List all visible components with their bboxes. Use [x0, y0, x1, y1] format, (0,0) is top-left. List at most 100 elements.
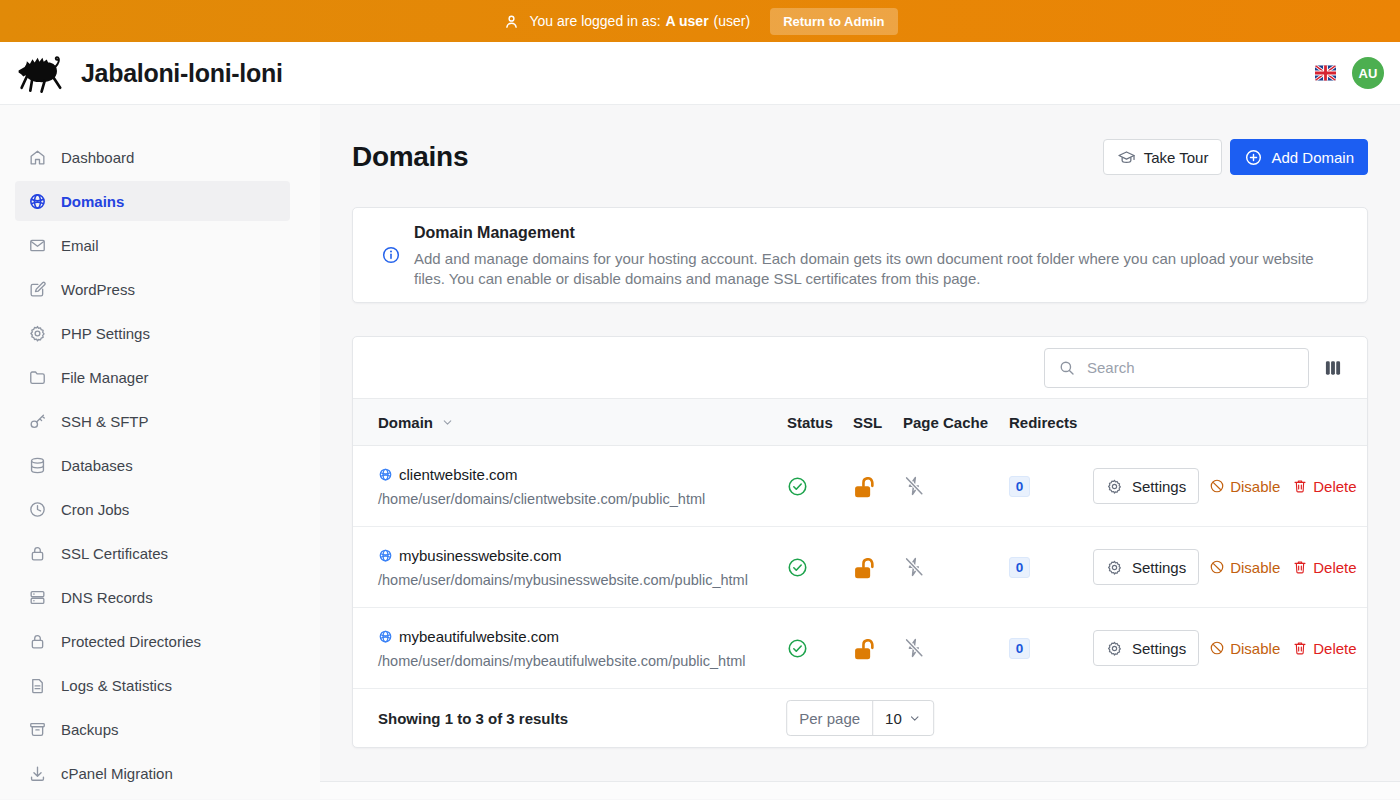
table-row: mybusinesswebsite.com /home/user/domains…: [353, 527, 1367, 608]
page-cache-indicator: [903, 637, 1009, 659]
language-flag-icon[interactable]: [1315, 65, 1336, 81]
table-header-row: Domain Status SSL Page Cache Redirects: [353, 398, 1367, 446]
settings-button[interactable]: Settings: [1093, 549, 1199, 585]
columns-toggle-button[interactable]: [1323, 358, 1343, 378]
edit-icon: [28, 280, 47, 299]
domain-name[interactable]: mybusinesswebsite.com: [399, 547, 562, 564]
ban-icon: [1209, 478, 1225, 494]
settings-label: Settings: [1132, 640, 1186, 657]
sidebar-item-backups[interactable]: Backups: [15, 707, 290, 751]
ban-icon: [1209, 640, 1225, 656]
sidebar-item-dashboard[interactable]: Dashboard: [15, 135, 290, 179]
sidebar-item-cron-jobs[interactable]: Cron Jobs: [15, 487, 290, 531]
domain-name[interactable]: mybeautifulwebsite.com: [399, 628, 559, 645]
document-icon: [28, 676, 47, 695]
status-enabled-indicator: [787, 638, 853, 659]
table-footer: Showing 1 to 3 of 3 results Per page 10: [353, 689, 1367, 747]
search-box: [1044, 348, 1309, 388]
delete-button[interactable]: Delete: [1290, 559, 1358, 576]
sidebar-item-label: WordPress: [61, 281, 135, 298]
sidebar-item-ssl-certificates[interactable]: SSL Certificates: [15, 531, 290, 575]
sidebar-item-label: SSH & SFTP: [61, 413, 149, 430]
delete-label: Delete: [1313, 478, 1356, 495]
domain-path: /home/user/domains/mybusinesswebsite.com…: [378, 572, 787, 588]
sort-chevron-icon[interactable]: [441, 416, 454, 429]
sidebar-item-label: Cron Jobs: [61, 501, 129, 518]
per-page-select[interactable]: Per page 10: [786, 700, 934, 736]
main-footer: [320, 781, 1400, 799]
add-domain-label: Add Domain: [1271, 149, 1354, 166]
impersonation-banner: You are logged in as: A user (user) Retu…: [0, 0, 1400, 42]
column-header-redirects: Redirects: [1009, 414, 1093, 431]
sidebar-item-label: Logs & Statistics: [61, 677, 172, 694]
return-to-admin-button[interactable]: Return to Admin: [770, 8, 897, 35]
disable-button[interactable]: Disable: [1207, 640, 1282, 657]
column-header-domain: Domain: [378, 414, 787, 431]
sidebar-item-label: cPanel Migration: [61, 765, 173, 782]
globe-icon: [378, 548, 393, 563]
sidebar: Dashboard Domains Email WordPress PHP Se…: [0, 105, 320, 799]
domains-table-card: Domain Status SSL Page Cache Redirects c…: [352, 336, 1368, 748]
settings-button[interactable]: Settings: [1093, 468, 1199, 504]
redirects-count-badge: 0: [1009, 638, 1030, 659]
column-header-status: Status: [787, 414, 853, 431]
disable-label: Disable: [1230, 559, 1280, 576]
add-domain-button[interactable]: Add Domain: [1230, 139, 1368, 175]
banner-user-role: (user): [714, 13, 751, 29]
domain-path: /home/user/domains/clientwebsite.com/pub…: [378, 491, 787, 507]
sidebar-item-wordpress[interactable]: WordPress: [15, 267, 290, 311]
trash-icon: [1292, 559, 1308, 575]
sidebar-item-label: Databases: [61, 457, 133, 474]
delete-button[interactable]: Delete: [1290, 640, 1358, 657]
globe-icon: [378, 467, 393, 482]
redirects-count-badge: 0: [1009, 557, 1030, 578]
sidebar-item-php-settings[interactable]: PHP Settings: [15, 311, 290, 355]
delete-label: Delete: [1313, 559, 1356, 576]
folder-icon: [28, 368, 47, 387]
ban-icon: [1209, 559, 1225, 575]
settings-button[interactable]: Settings: [1093, 630, 1199, 666]
sidebar-item-protected-directories[interactable]: Protected Directories: [15, 619, 290, 663]
status-enabled-indicator: [787, 476, 853, 497]
sidebar-item-label: Email: [61, 237, 99, 254]
app-header: Jabaloni-loni-loni AU: [0, 42, 1400, 105]
redirects-cell: 0: [1009, 476, 1093, 497]
sidebar-item-label: File Manager: [61, 369, 149, 386]
sidebar-item-domains[interactable]: Domains: [15, 181, 290, 221]
domain-name[interactable]: clientwebsite.com: [399, 466, 517, 483]
table-row: mybeautifulwebsite.com /home/user/domain…: [353, 608, 1367, 689]
columns-icon: [1323, 358, 1343, 378]
brand-title: Jabaloni-loni-loni: [81, 59, 283, 88]
disable-label: Disable: [1230, 478, 1280, 495]
sidebar-item-email[interactable]: Email: [15, 223, 290, 267]
search-icon: [1058, 359, 1076, 377]
delete-button[interactable]: Delete: [1290, 478, 1358, 495]
mail-icon: [28, 236, 47, 255]
redirects-cell: 0: [1009, 638, 1093, 659]
sidebar-item-cpanel-migration[interactable]: cPanel Migration: [15, 751, 290, 795]
sidebar-item-label: Backups: [61, 721, 119, 738]
user-avatar[interactable]: AU: [1352, 57, 1384, 89]
take-tour-button[interactable]: Take Tour: [1103, 139, 1223, 175]
ssl-status-indicator: [853, 637, 903, 660]
graduation-cap-icon: [1117, 148, 1136, 167]
flash-off-icon: [903, 475, 925, 497]
check-circle-icon: [787, 476, 808, 497]
disable-button[interactable]: Disable: [1207, 478, 1282, 495]
search-input[interactable]: [1044, 348, 1309, 388]
lock-icon: [28, 544, 47, 563]
gear-icon: [1106, 640, 1123, 657]
sidebar-item-databases[interactable]: Databases: [15, 443, 290, 487]
sidebar-item-file-manager[interactable]: File Manager: [15, 355, 290, 399]
table-row: clientwebsite.com /home/user/domains/cli…: [353, 446, 1367, 527]
sidebar-item-logs-statistics[interactable]: Logs & Statistics: [15, 663, 290, 707]
globe-icon: [378, 629, 393, 644]
take-tour-label: Take Tour: [1144, 149, 1209, 166]
sidebar-item-label: Dashboard: [61, 149, 134, 166]
page-cache-indicator: [903, 475, 1009, 497]
disable-button[interactable]: Disable: [1207, 559, 1282, 576]
sidebar-item-dns-records[interactable]: DNS Records: [15, 575, 290, 619]
per-page-value: 10: [885, 710, 902, 727]
page-cache-indicator: [903, 556, 1009, 578]
sidebar-item-ssh-sftp[interactable]: SSH & SFTP: [15, 399, 290, 443]
